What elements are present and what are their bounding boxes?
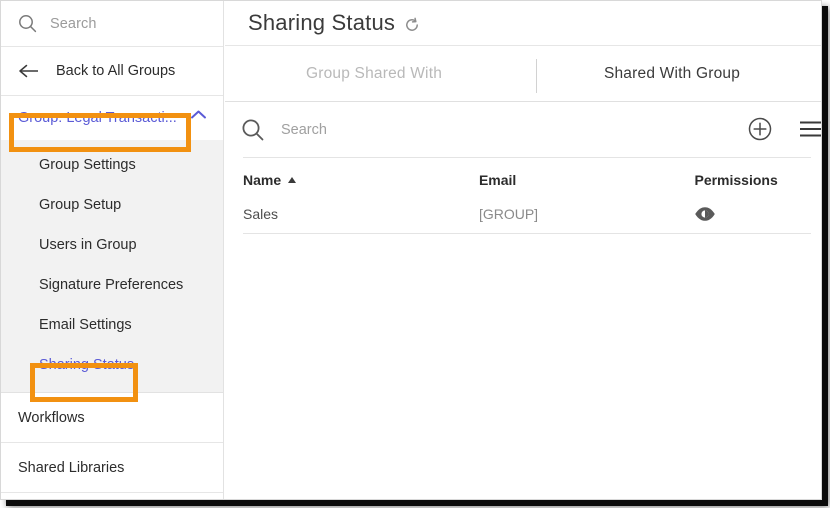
tab-divider [536,59,537,93]
cell-value: [GROUP] [478,206,539,222]
sidebar-item-label: Sharing Status [39,357,135,373]
hamburger-menu-icon[interactable] [799,119,821,139]
page-header: Sharing Status [225,1,821,46]
sidebar-group-caret [189,152,211,161]
tab-label: Shared With Group [603,64,741,82]
toolbar-actions [747,116,821,142]
tab-group-shared-with[interactable]: Group Shared With [225,65,523,83]
application-window: Search Back to All Groups Group: Legal T… [0,0,822,500]
sidebar-item-sharing-status[interactable]: Sharing Status [1,345,223,385]
sidebar-item-label: Group Settings [39,157,136,173]
tab-bar: Group Shared With Shared With Group [225,46,821,102]
sidebar-item-users-in-group[interactable]: Users in Group [1,225,223,265]
sidebar-item-shared-libraries[interactable]: Shared Libraries [1,443,223,493]
sidebar-item-signature-preferences[interactable]: Signature Preferences [1,265,223,305]
sidebar-group-label: Group: Legal Transacti... [18,110,177,126]
table-row[interactable]: Sales [GROUP] [243,195,811,234]
sidebar-submenu: Group Settings Group Setup Users in Grou… [1,140,223,393]
sidebar-search-input[interactable]: Search [1,1,223,47]
sidebar-group-header[interactable]: Group: Legal Transacti... [1,96,223,140]
column-header-label: Permissions [694,171,778,188]
search-icon [18,14,37,33]
sidebar-item-group-settings[interactable]: Group Settings [1,145,223,185]
cell-permissions [694,206,811,222]
sidebar-item-label: Shared Libraries [18,459,125,476]
table-header-row: Name Email Permissions [243,164,811,195]
cell-email: [GROUP] [479,206,695,222]
refresh-icon[interactable] [404,17,420,33]
column-header-label: Name [243,171,282,188]
sidebar-item-label: Email Settings [39,317,132,333]
column-header-permissions[interactable]: Permissions [694,172,811,188]
arrow-left-icon [18,64,40,78]
sidebar-item-label: Group Setup [39,197,122,213]
chevron-up-icon[interactable] [190,109,207,120]
sharing-table: Name Email Permissions Sales [GROUP] [225,164,821,234]
toolbar-divider [243,157,811,158]
table-search-input[interactable]: Search [281,122,327,138]
tab-label: Group Shared With [305,64,443,82]
sidebar-item-label: Signature Preferences [39,277,184,293]
sidebar-item-workflows[interactable]: Workflows [1,393,223,443]
sidebar: Search Back to All Groups Group: Legal T… [1,1,224,499]
plus-circle-icon[interactable] [747,116,773,142]
sort-ascending-icon [288,176,297,183]
sidebar-item-group-setup[interactable]: Group Setup [1,185,223,225]
page-title: Sharing Status [248,10,396,35]
sidebar-search-placeholder: Search [50,15,97,32]
cell-name: Sales [243,206,479,222]
column-header-name[interactable]: Name [243,172,479,188]
back-to-all-groups-label: Back to All Groups [56,63,176,79]
sidebar-item-label: Users in Group [39,237,137,253]
cell-value: Sales [243,206,279,222]
sidebar-item-label: Workflows [18,409,85,426]
back-to-all-groups-button[interactable]: Back to All Groups [1,47,223,96]
sidebar-item-email-settings[interactable]: Email Settings [1,305,223,345]
eye-icon[interactable] [694,206,811,222]
column-header-label: Email [478,171,517,188]
table-toolbar: Search [225,102,821,158]
tab-shared-with-group[interactable]: Shared With Group [523,65,821,83]
search-icon[interactable] [241,118,265,142]
main-content: Sharing Status Group Shared With Shared … [225,1,821,499]
column-header-email[interactable]: Email [479,172,695,188]
